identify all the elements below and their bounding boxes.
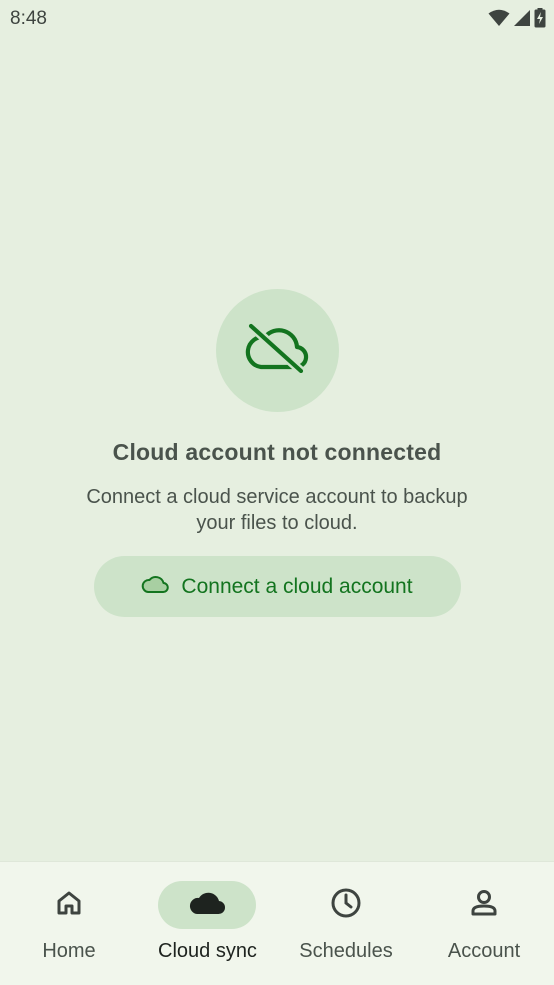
nav-label: Cloud sync xyxy=(158,940,257,962)
nav-item-cloud-sync[interactable]: Cloud sync xyxy=(158,862,257,985)
nav-item-account[interactable]: Account xyxy=(435,862,533,985)
clock-icon xyxy=(330,887,362,924)
connect-cloud-account-label: Connect a cloud account xyxy=(181,574,413,598)
empty-state-description: Connect a cloud service account to backu… xyxy=(86,486,468,534)
cloud-icon xyxy=(141,574,170,600)
nav-item-schedules[interactable]: Schedules xyxy=(297,862,395,985)
cloud-off-icon xyxy=(245,322,309,378)
battery-charging-icon xyxy=(534,8,546,28)
signal-icon xyxy=(513,9,531,27)
empty-state-title: Cloud account not connected xyxy=(112,439,442,465)
nav-label: Home xyxy=(42,940,96,962)
wifi-icon xyxy=(488,9,510,27)
empty-state: Cloud account not connected Connect a cl… xyxy=(0,289,554,617)
nav-icon-container xyxy=(435,881,533,929)
nav-icon-container xyxy=(158,881,257,929)
nav-item-home[interactable]: Home xyxy=(20,862,118,985)
status-time: 8:48 xyxy=(10,8,47,29)
person-icon xyxy=(470,889,498,922)
nav-icon-container xyxy=(297,881,395,929)
nav-icon-container xyxy=(20,881,118,929)
home-icon xyxy=(55,889,83,922)
nav-label: Account xyxy=(447,940,521,962)
connect-cloud-account-button[interactable]: Connect a cloud account xyxy=(93,556,461,617)
cloud-icon xyxy=(188,890,226,921)
status-icons xyxy=(488,8,546,28)
status-bar: 8:48 xyxy=(0,0,554,40)
empty-state-icon-circle xyxy=(215,289,339,412)
bottom-navigation: Home Cloud sync Schedules Account xyxy=(0,861,554,985)
nav-label: Schedules xyxy=(299,940,393,962)
